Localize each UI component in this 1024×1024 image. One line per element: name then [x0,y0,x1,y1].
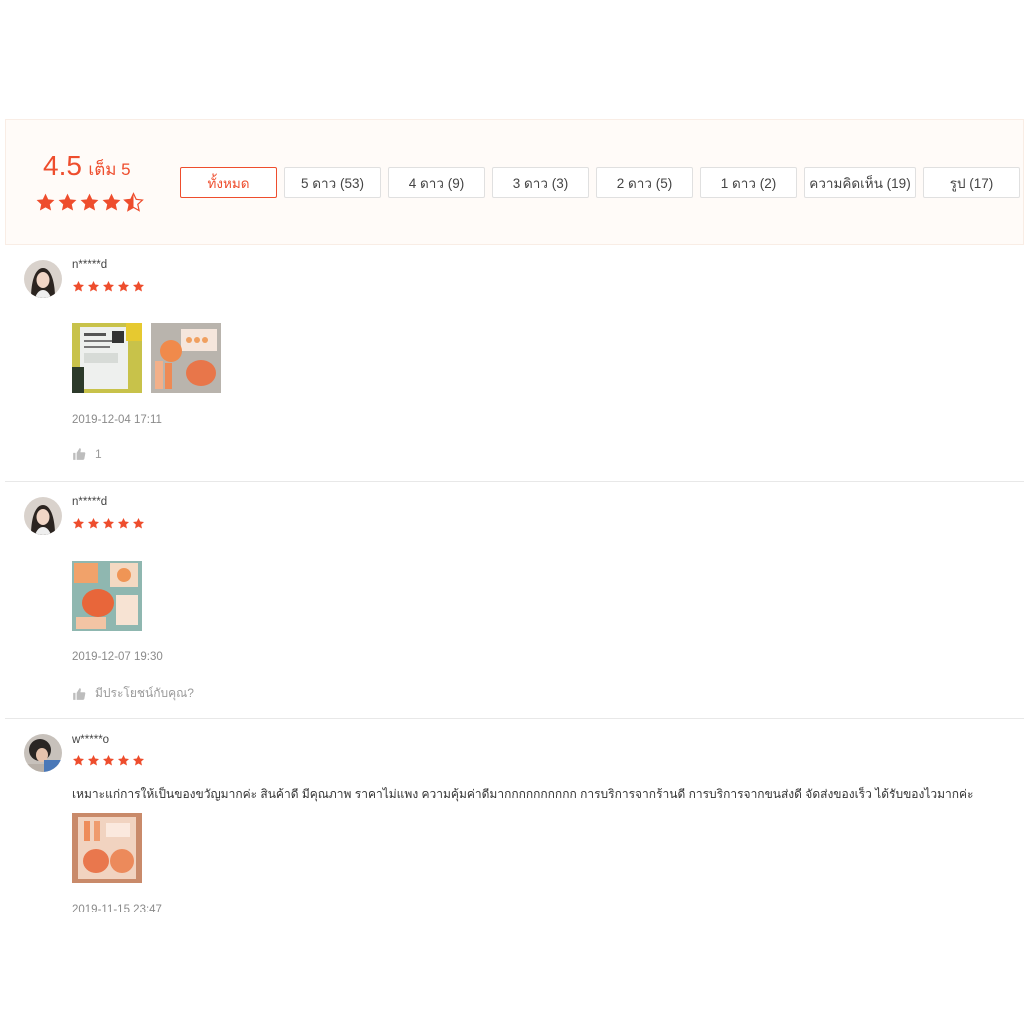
star-icon [117,754,130,766]
review-text: เหมาะแก่การให้เป็นของขวัญมากค่ะ สินค้าดี… [72,787,974,801]
avatar[interactable] [24,734,62,772]
review-item: w*****o เหมาะแก่การให้เป็นของขวัญมากค่ะ … [0,0,1024,912]
username: w*****o [72,734,110,746]
star-icon [132,754,145,766]
star-icon [87,754,100,766]
review-stars [72,754,145,767]
star-icon [102,754,115,766]
review-photo-gift-box[interactable] [72,813,142,883]
review-date: 2019-11-15 23:47 [72,904,162,912]
star-icon [72,754,85,766]
